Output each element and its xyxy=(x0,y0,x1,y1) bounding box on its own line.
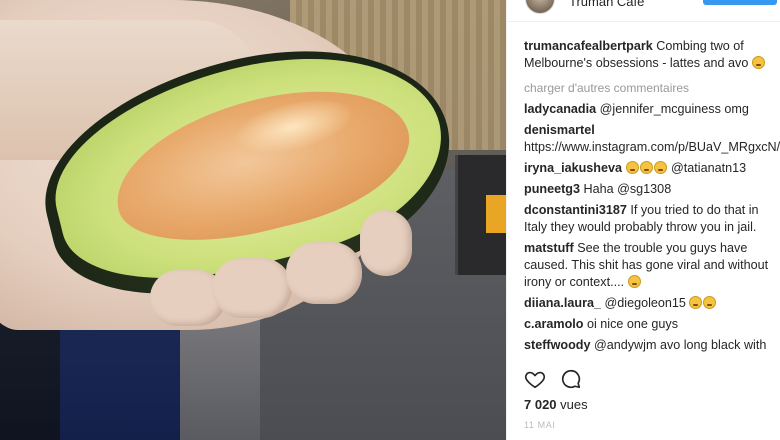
comment-item: steffwoody @andywjm avo long black with xyxy=(524,337,776,354)
finger xyxy=(212,258,292,318)
views-number: 7 020 xyxy=(524,397,557,412)
comment-text: @jennifer_mcguiness omg xyxy=(599,102,749,116)
face-emoji-icon xyxy=(653,161,667,174)
comment-username[interactable]: iryna_iakusheva xyxy=(524,161,622,175)
heart-icon[interactable] xyxy=(524,368,546,390)
face-emoji-icon xyxy=(625,161,639,174)
comment-text: @tatianatn13 xyxy=(671,161,747,175)
comment-username[interactable]: dconstantini3187 xyxy=(524,203,627,217)
face-emoji-icon xyxy=(703,296,717,309)
account-name[interactable]: Truman Cafe xyxy=(569,0,644,9)
views-label: vues xyxy=(560,397,588,412)
post-caption: trumancafealbertpark Combing two of Melb… xyxy=(524,38,776,72)
comment-text: oi nice one guys xyxy=(587,317,679,331)
comment-item: dconstantini3187 If you tried to do that… xyxy=(524,202,776,236)
post-header: Truman Cafe xyxy=(507,0,780,22)
background-yellow-object xyxy=(486,195,506,233)
finger xyxy=(360,210,412,276)
comment-text[interactable]: https://www.instagram.com/p/BUaV_MRgxcN/ xyxy=(524,140,780,154)
comment-username[interactable]: diiana.laura_ xyxy=(524,296,601,310)
comment-item: puneetg3 Haha @sg1308 xyxy=(524,181,776,198)
views-count: 7 020 vues xyxy=(524,397,588,412)
face-emoji-icon xyxy=(751,56,765,69)
post-photo[interactable] xyxy=(0,0,506,440)
load-more-comments-link[interactable]: charger d'autres commentaires xyxy=(524,81,776,97)
comments-list: trumancafealbertpark Combing two of Melb… xyxy=(524,38,780,354)
post-date: 11 MAI xyxy=(524,420,556,430)
comment-username[interactable]: denismartel xyxy=(524,123,595,137)
comment-username[interactable]: puneetg3 xyxy=(524,182,580,196)
comment-icon[interactable] xyxy=(560,368,582,390)
caption-username[interactable]: trumancafealbertpark xyxy=(524,39,653,53)
face-emoji-icon xyxy=(689,296,703,309)
comment-username[interactable]: c.aramolo xyxy=(524,317,584,331)
face-emoji-icon xyxy=(639,161,653,174)
comment-username[interactable]: ladycanadia xyxy=(524,102,596,116)
follow-button[interactable] xyxy=(703,0,777,5)
comment-text: @andywjm avo long black with xyxy=(593,338,767,352)
comment-item: c.aramolo oi nice one guys xyxy=(524,316,776,333)
post-side-panel: Truman Cafe trumancafealbertpark Combing… xyxy=(506,0,780,440)
face-emoji-icon xyxy=(627,275,641,288)
comment-item: ladycanadia @jennifer_mcguiness omg xyxy=(524,101,776,118)
comment-text: Haha @sg1308 xyxy=(583,182,672,196)
finger xyxy=(286,242,362,304)
comment-item: denismartel https://www.instagram.com/p/… xyxy=(524,122,780,156)
comment-item: diiana.laura_ @diegoleon15 xyxy=(524,295,776,312)
comment-text: @diegoleon15 xyxy=(604,296,686,310)
comment-item: matstuff See the trouble you guys have c… xyxy=(524,240,776,291)
post-actions xyxy=(524,368,774,392)
avatar[interactable] xyxy=(525,0,555,14)
comment-username[interactable]: matstuff xyxy=(524,241,574,255)
comment-item: iryna_iakusheva @tatianatn13 xyxy=(524,160,776,177)
comment-username[interactable]: steffwoody xyxy=(524,338,590,352)
